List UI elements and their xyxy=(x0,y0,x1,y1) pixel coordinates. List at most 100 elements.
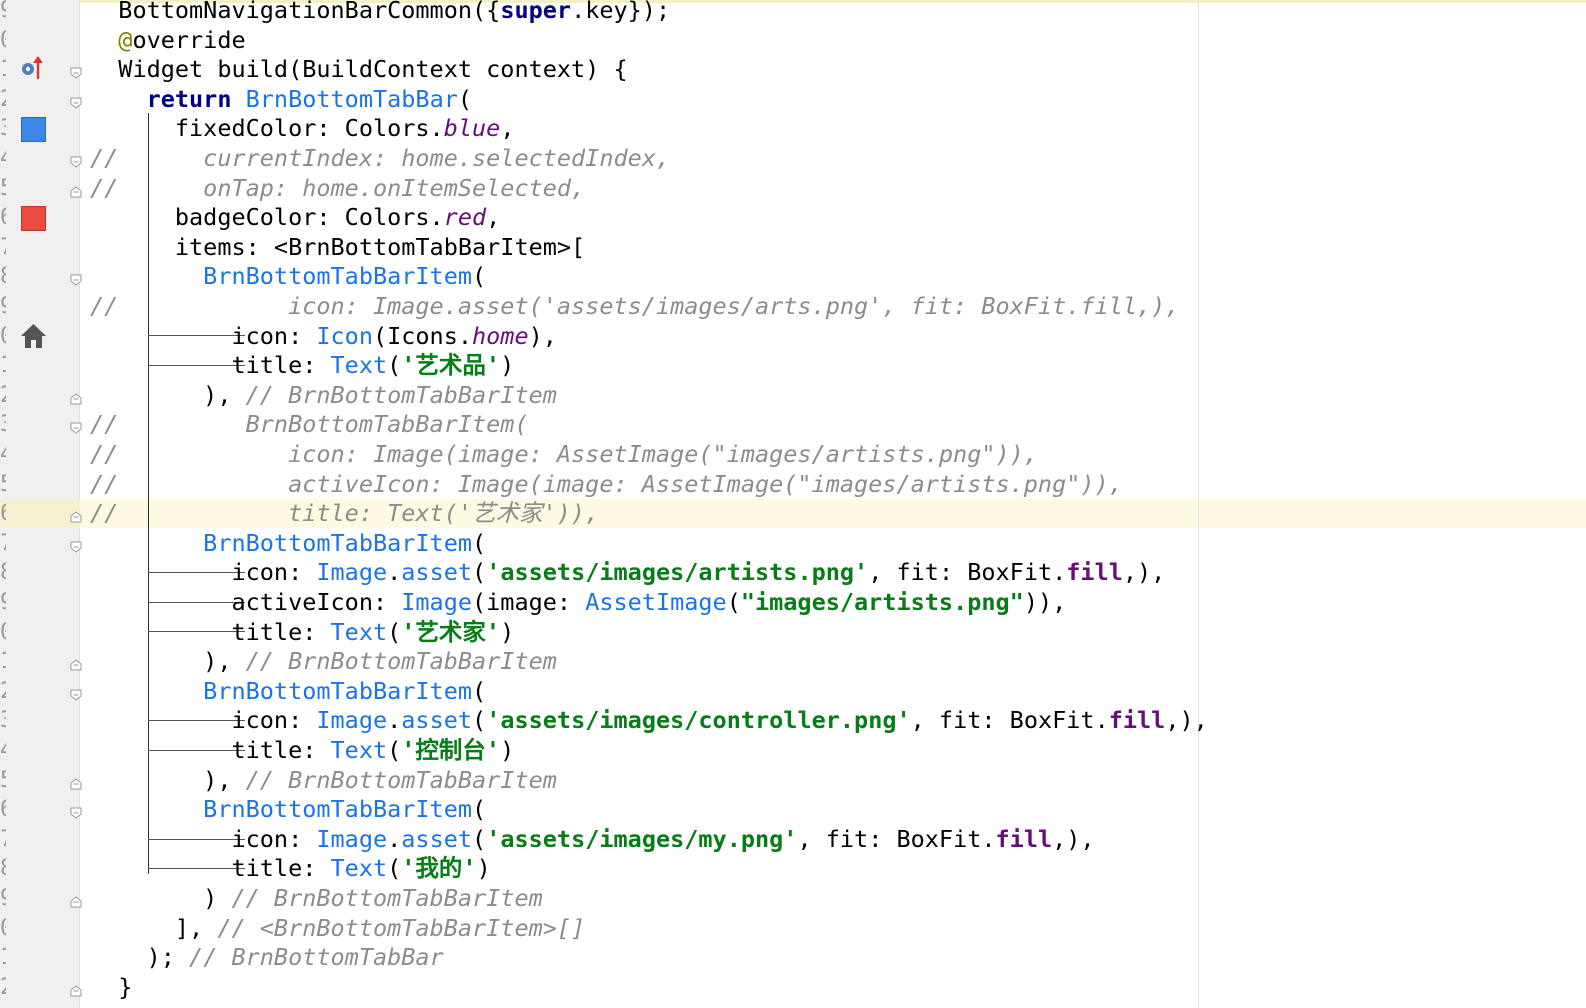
line-number: 1 xyxy=(0,943,6,972)
code-token: ) xyxy=(476,854,491,883)
code-line[interactable]: // icon: Image.asset('assets/images/arts… xyxy=(90,292,1179,321)
code-line[interactable]: BrnBottomTabBarItem( xyxy=(90,677,486,706)
code-line[interactable]: // BrnBottomTabBarItem( xyxy=(90,410,529,439)
code-line[interactable]: // title: Text('艺术家')), xyxy=(90,499,599,528)
code-token: // onTap: home.onItemSelected, xyxy=(90,173,586,202)
code-token: 'assets/images/artists.png' xyxy=(486,558,869,587)
code-token: Image xyxy=(401,588,473,616)
code-line[interactable]: ), // BrnBottomTabBarItem xyxy=(90,647,557,676)
fold-toggle-icon[interactable] xyxy=(70,538,82,553)
code-token: asset xyxy=(401,824,473,853)
line-number: 4 xyxy=(0,440,6,469)
line-number: 7 xyxy=(0,825,6,854)
code-token: // currentIndex: home.selectedIndex, xyxy=(90,144,671,172)
code-line[interactable]: ], // <BrnBottomTabBarItem>[] xyxy=(90,914,585,943)
code-token: Icon xyxy=(316,321,373,350)
code-line[interactable]: title: Text('控制台') xyxy=(90,736,514,765)
code-line[interactable]: } xyxy=(90,973,132,1002)
code-token: ( xyxy=(472,706,487,735)
code-line[interactable]: activeIcon: Image(image: AssetImage("ima… xyxy=(90,588,1066,617)
code-line[interactable]: items: <BrnBottomTabBarItem>[ xyxy=(90,233,585,262)
line-number: 3 xyxy=(0,114,6,143)
code-line[interactable]: icon: Image.asset('assets/images/control… xyxy=(90,706,1208,735)
code-line[interactable]: ), // BrnBottomTabBarItem xyxy=(90,766,557,795)
code-line[interactable]: @override xyxy=(90,26,245,55)
code-token: BrnBottomTabBarItem xyxy=(90,676,473,705)
fold-toggle-icon[interactable] xyxy=(70,64,82,79)
code-token: ), xyxy=(90,380,246,409)
code-token: fill xyxy=(995,824,1053,853)
code-token: blue xyxy=(443,114,501,143)
code-line[interactable]: icon: Image.asset('assets/images/my.png'… xyxy=(90,824,1094,854)
line-number: 4 xyxy=(0,144,6,173)
code-token: , xyxy=(486,203,501,232)
code-line[interactable]: return BrnBottomTabBar( xyxy=(90,85,472,114)
code-line[interactable]: ), // BrnBottomTabBarItem xyxy=(90,381,557,410)
code-line[interactable]: Widget build(BuildContext context) { xyxy=(90,55,627,84)
code-line[interactable]: icon: Image.asset('assets/images/artists… xyxy=(90,558,1165,587)
code-token: ( xyxy=(472,795,487,824)
code-line[interactable]: // currentIndex: home.selectedIndex, xyxy=(90,144,670,173)
fold-toggle-icon[interactable] xyxy=(70,153,82,168)
code-token: . xyxy=(387,706,402,735)
code-token: Image xyxy=(316,558,388,587)
code-token: title: xyxy=(90,736,331,764)
fold-toggle-icon[interactable] xyxy=(70,893,82,908)
code-token: // BrnBottomTabBarItem( xyxy=(90,410,529,439)
code-token: BrnBottomTabBarItem xyxy=(90,528,473,557)
fold-toggle-icon[interactable] xyxy=(70,804,82,819)
fold-toggle-icon[interactable] xyxy=(70,390,82,405)
override-gutter-icon[interactable] xyxy=(20,55,46,81)
fold-toggle-icon[interactable] xyxy=(70,982,82,997)
code-token: "images/artists.png" xyxy=(740,588,1024,616)
fold-toggle-icon[interactable] xyxy=(70,656,82,671)
code-line[interactable]: fixedColor: Colors.blue, xyxy=(90,114,515,143)
fold-toggle-icon[interactable] xyxy=(70,419,82,435)
code-token: icon: xyxy=(90,558,317,587)
code-token: ,), xyxy=(1165,706,1208,735)
code-line[interactable]: BottomNavigationBarCommon({super.key}); xyxy=(90,0,670,25)
code-line[interactable]: title: Text('艺术家') xyxy=(90,618,514,647)
code-line[interactable]: title: Text('我的') xyxy=(90,854,491,883)
code-token: icon: xyxy=(90,321,317,350)
code-token: ) xyxy=(500,617,515,646)
code-line[interactable]: BrnBottomTabBarItem( xyxy=(90,795,486,824)
line-number: 0 xyxy=(0,914,6,943)
code-line[interactable]: ) // BrnBottomTabBarItem xyxy=(90,884,543,913)
code-token: BrnBottomTabBarItem xyxy=(90,262,473,291)
code-token: Text xyxy=(330,854,388,883)
code-token: '控制台' xyxy=(401,736,501,764)
code-line[interactable]: // onTap: home.onItemSelected, xyxy=(90,174,585,203)
code-line[interactable]: // activeIcon: Image(image: AssetImage("… xyxy=(90,470,1123,499)
code-token: ( xyxy=(472,528,487,557)
code-token: ( xyxy=(472,824,487,853)
line-number: 6 xyxy=(0,203,6,232)
code-line[interactable]: // icon: Image(image: AssetImage("images… xyxy=(90,440,1038,469)
code-line[interactable]: ); // BrnBottomTabBar xyxy=(90,943,444,972)
code-line[interactable]: title: Text('艺术品') xyxy=(90,351,514,380)
fold-toggle-icon[interactable] xyxy=(70,94,82,109)
line-number: 2 xyxy=(0,85,6,114)
fold-toggle-icon[interactable] xyxy=(70,183,82,198)
code-token: AssetImage xyxy=(585,588,727,616)
code-token: (Icons. xyxy=(372,321,473,350)
blue-color-swatch-icon[interactable] xyxy=(21,117,46,142)
code-token: // <BrnBottomTabBarItem>[] xyxy=(217,913,586,942)
red-color-swatch-icon[interactable] xyxy=(21,206,46,231)
fold-toggle-icon[interactable] xyxy=(70,775,82,790)
line-number: 0 xyxy=(0,618,6,647)
code-token: BottomNavigationBarCommon({ xyxy=(90,0,501,24)
fold-toggle-icon[interactable] xyxy=(70,686,82,701)
code-token: '艺术家' xyxy=(401,617,501,646)
code-line[interactable]: BrnBottomTabBarItem( xyxy=(90,529,486,558)
fold-toggle-icon[interactable] xyxy=(70,508,82,523)
code-line[interactable]: icon: Icon(Icons.home), xyxy=(90,321,556,351)
code-line[interactable]: badgeColor: Colors.red, xyxy=(90,203,500,232)
code-line[interactable]: BrnBottomTabBarItem( xyxy=(90,262,486,291)
code-token: ( xyxy=(472,558,487,587)
code-token: 'assets/images/controller.png' xyxy=(486,706,911,735)
line-number: 6 xyxy=(0,795,6,824)
code-token: . xyxy=(387,824,402,853)
fold-toggle-icon[interactable] xyxy=(70,271,82,287)
home-icon[interactable] xyxy=(20,323,47,349)
